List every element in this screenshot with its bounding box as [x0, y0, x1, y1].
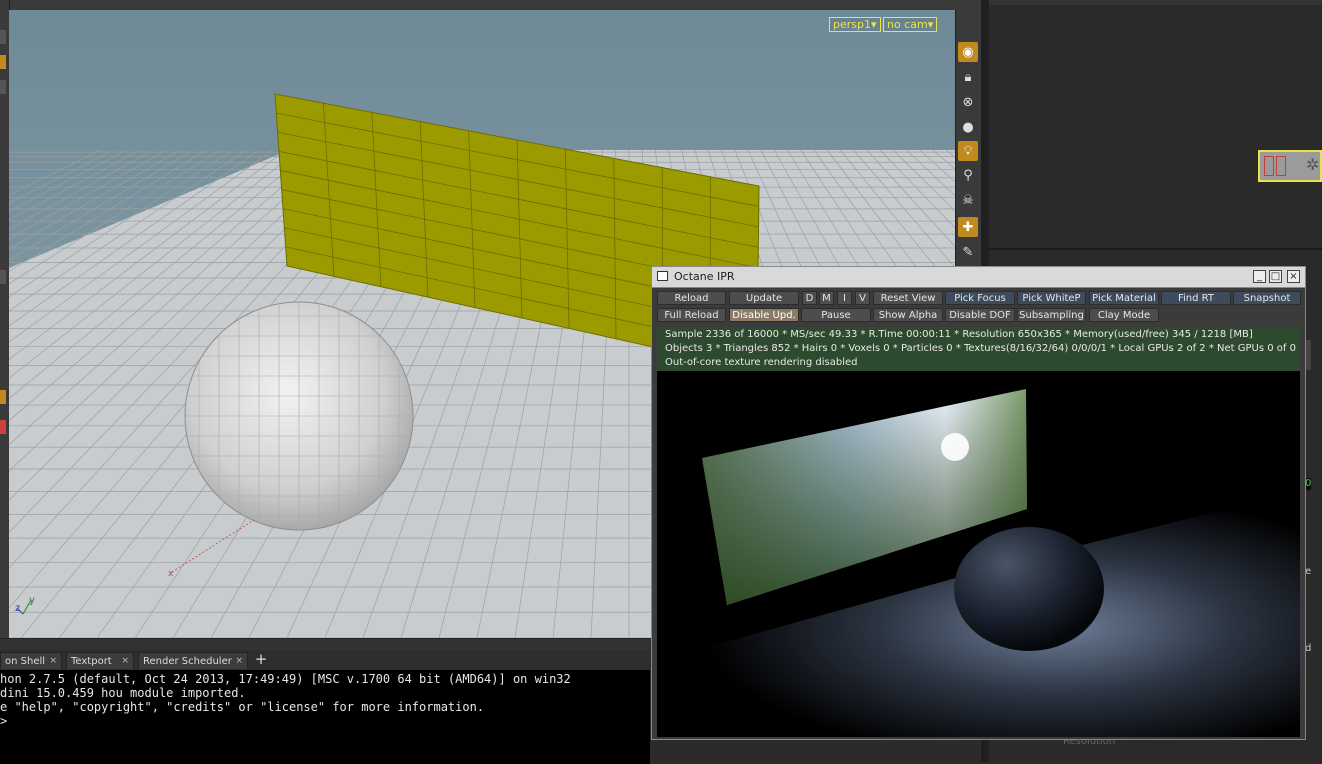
octane-ipr-window: Octane IPR _ □ × Reload Update D M I V R… [651, 266, 1306, 740]
render-stats-panel: Sample 2336 of 16000 * MS/sec 49.33 * R.… [657, 327, 1300, 371]
pane-tab-bar: on Shell × Textport × Render Scheduler × [0, 650, 650, 671]
minimize-button[interactable]: _ [1253, 270, 1266, 283]
tab-render-scheduler[interactable]: Render Scheduler × [138, 652, 248, 669]
camera-dropdown[interactable]: no cam▾ [883, 17, 938, 32]
window-titlebar[interactable]: Octane IPR _ □ × [652, 267, 1305, 288]
close-icon[interactable]: × [235, 653, 243, 670]
shading-icon[interactable]: ● [958, 117, 978, 137]
i-button[interactable]: I [837, 291, 852, 305]
tool-button[interactable] [0, 30, 6, 44]
tab-python-shell[interactable]: on Shell × [0, 652, 62, 669]
gear-icon: ✲ [1306, 155, 1320, 174]
tab-label: Textport [71, 656, 112, 667]
disable-update-button[interactable]: Disable Upd. [729, 308, 799, 322]
tool-button[interactable] [0, 420, 6, 434]
reload-button[interactable]: Reload [657, 291, 726, 305]
view-dropdown[interactable]: persp1▾ [829, 17, 881, 32]
disable-dof-button[interactable]: Disable DOF [945, 308, 1015, 322]
skull-icon[interactable]: ☠ [958, 190, 978, 210]
pick-material-button[interactable]: Pick Material [1089, 291, 1159, 305]
find-rt-button[interactable]: Find RT [1161, 291, 1231, 305]
subsampling-button[interactable]: Subsampling [1017, 308, 1086, 322]
close-button[interactable]: × [1287, 270, 1300, 283]
close-icon[interactable]: × [49, 653, 57, 670]
viewport-header-strip [0, 0, 985, 10]
maximize-button[interactable]: □ [1269, 270, 1282, 283]
axis-z-label: z [15, 603, 20, 614]
render-stats-line: Objects 3 * Triangles 852 * Hairs 0 * Vo… [665, 343, 1296, 354]
console-line: hon 2.7.5 (default, Oct 24 2013, 17:49:4… [0, 672, 571, 686]
origin-marker: x [168, 569, 174, 579]
window-title: Octane IPR [674, 270, 735, 283]
tool-button-active[interactable] [0, 55, 6, 69]
console-line: dini 15.0.459 hou module imported. [0, 686, 246, 700]
tool-button[interactable] [0, 80, 6, 94]
d-button[interactable]: D [802, 291, 817, 305]
lock-icon[interactable]: 🔒︎ [958, 67, 978, 87]
update-button[interactable]: Update [729, 291, 799, 305]
snap-icon[interactable]: ✎ [958, 242, 978, 262]
tool-button[interactable] [0, 270, 6, 284]
node-flag [1276, 156, 1286, 176]
eye-icon[interactable]: ◉ [958, 42, 978, 62]
render-stats-line: Out-of-core texture rendering disabled [665, 357, 858, 368]
window-icon [657, 271, 668, 281]
node-flag [1264, 156, 1274, 176]
m-button[interactable]: M [819, 291, 834, 305]
axis-y-label: y [29, 595, 35, 606]
console-prompt[interactable]: > [0, 714, 650, 728]
pause-button[interactable]: Pause [801, 308, 871, 322]
console-line: e "help", "copyright", "credits" or "lic… [0, 700, 485, 714]
reset-view-button[interactable]: Reset View [873, 291, 943, 305]
pick-focus-button[interactable]: Pick Focus [945, 291, 1015, 305]
network-header [989, 0, 1322, 5]
tool-button-active[interactable] [0, 390, 6, 404]
tab-label: Render Scheduler [143, 656, 232, 667]
tab-label: on Shell [5, 656, 46, 667]
pick-whitepoint-button[interactable]: Pick WhiteP [1017, 291, 1086, 305]
tab-textport[interactable]: Textport × [66, 652, 134, 669]
full-reload-button[interactable]: Full Reload [657, 308, 726, 322]
light-bulb-icon[interactable]: 💡︎ [958, 141, 978, 161]
render-image [657, 371, 1300, 737]
render-stats-line: Sample 2336 of 16000 * MS/sec 49.33 * R.… [665, 329, 1253, 340]
python-console[interactable]: hon 2.7.5 (default, Oct 24 2013, 17:49:4… [0, 670, 650, 764]
sphere-grid [185, 302, 413, 530]
v-button[interactable]: V [855, 291, 870, 305]
octane-rop-node[interactable]: ✲ [1258, 150, 1322, 182]
close-icon[interactable]: × [121, 653, 129, 670]
render-sun [941, 433, 969, 461]
pattern-icon[interactable]: ✚ [958, 217, 978, 237]
render-sphere [954, 527, 1104, 651]
light-icon[interactable]: ⚲ [958, 165, 978, 185]
add-tab-button[interactable]: + [254, 651, 268, 668]
network-divider [989, 248, 1322, 250]
clay-mode-button[interactable]: Clay Mode [1089, 308, 1159, 322]
show-alpha-button[interactable]: Show Alpha [873, 308, 943, 322]
ghost-icon[interactable]: ⊗ [958, 92, 978, 112]
render-preview[interactable] [657, 371, 1300, 737]
snapshot-button[interactable]: Snapshot [1233, 291, 1301, 305]
